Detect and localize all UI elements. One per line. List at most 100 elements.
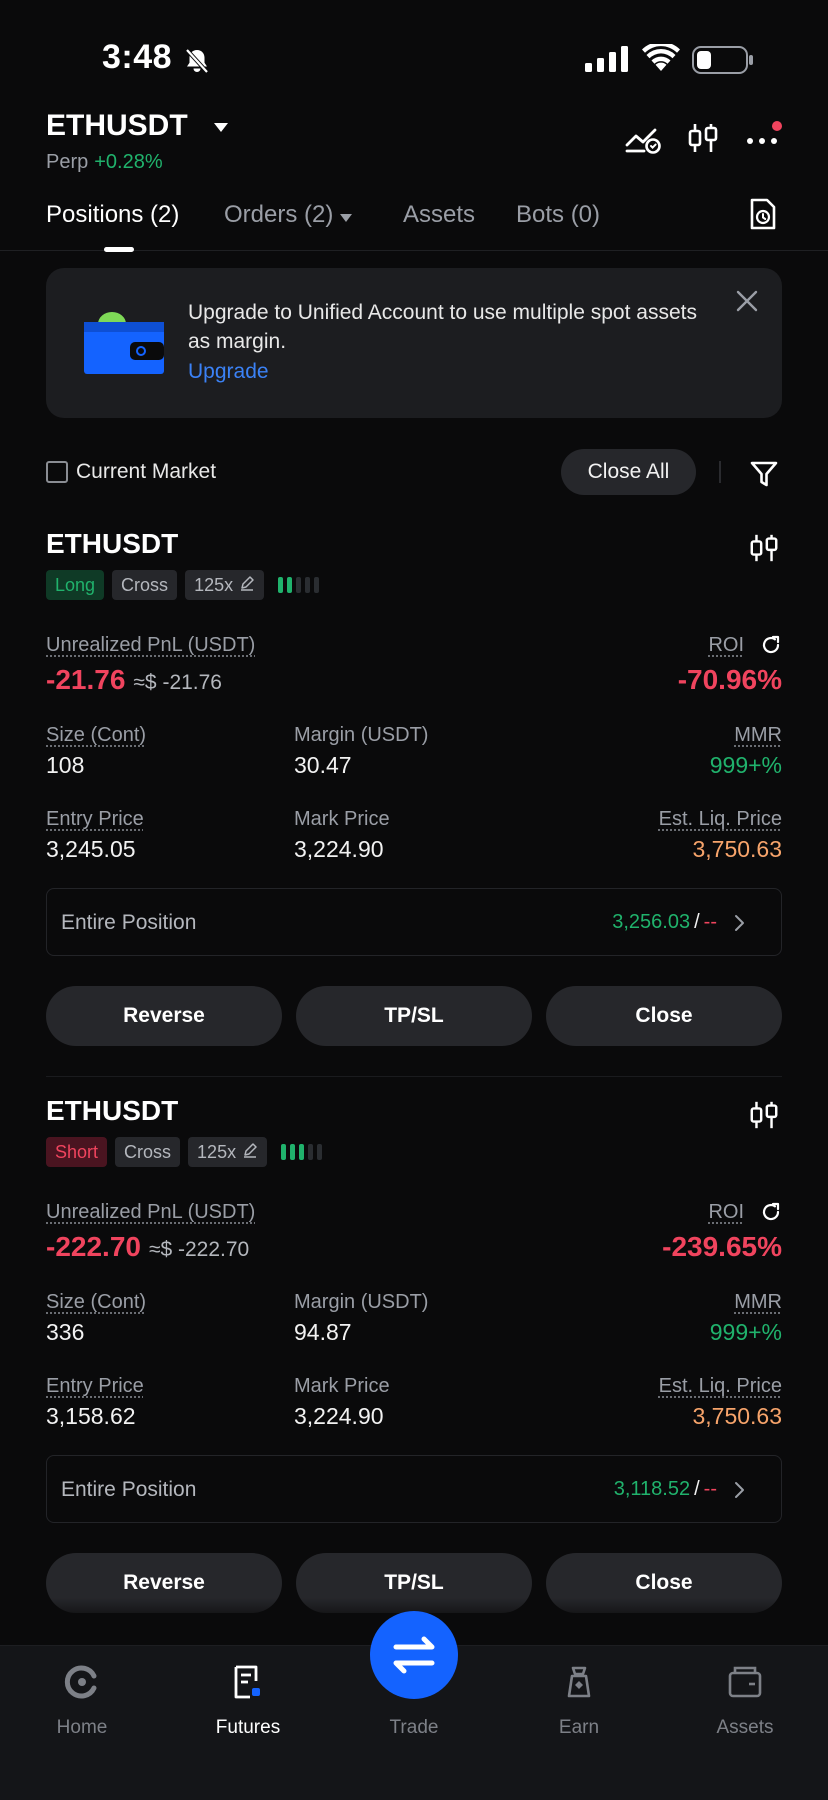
risk-bar <box>296 577 302 593</box>
entry-price-value: 3,245.05 <box>46 836 136 862</box>
nav-trade-label: Trade <box>389 1717 439 1738</box>
risk-bar <box>290 1144 296 1160</box>
wallet-icon <box>727 1666 763 1704</box>
leverage-badge[interactable]: 125x <box>188 1137 268 1167</box>
nav-assets[interactable]: Assets <box>685 1664 805 1739</box>
roi-label[interactable]: ROI <box>708 634 744 657</box>
margin-value: 94.87 <box>294 1319 352 1345</box>
candlestick-chart-icon[interactable] <box>686 121 720 160</box>
liq-price-label[interactable]: Est. Liq. Price <box>659 808 782 831</box>
mark-price-value: 3,224.90 <box>294 1403 384 1429</box>
share-refresh-icon[interactable] <box>760 634 782 662</box>
chevron-right-icon <box>733 913 747 938</box>
mark-price-value: 3,224.90 <box>294 836 384 862</box>
leverage-value: 125x <box>197 1142 237 1162</box>
risk-bar <box>287 577 293 593</box>
current-market-checkbox[interactable] <box>46 461 68 483</box>
risk-bar <box>314 577 320 593</box>
price-change: +0.28% <box>94 151 163 173</box>
tpsl-values: 3,118.52/-- <box>613 1478 717 1500</box>
pair-selector[interactable]: ETHUSDT <box>46 109 188 143</box>
nav-futures[interactable]: Futures <box>188 1664 308 1739</box>
share-refresh-icon[interactable] <box>760 1201 782 1229</box>
wifi-icon <box>642 41 680 77</box>
tab-assets[interactable]: Assets <box>403 201 475 229</box>
risk-bar <box>305 577 311 593</box>
edit-pencil-icon <box>239 575 255 595</box>
unified-account-banner: Upgrade to Unified Account to use multip… <box>46 268 782 418</box>
leverage-badge[interactable]: 125x <box>185 570 265 600</box>
nav-earn-label: Earn <box>558 1717 600 1738</box>
bell-muted-icon <box>182 46 212 81</box>
risk-bar <box>317 1144 323 1160</box>
close-position-button[interactable]: Close <box>546 986 782 1046</box>
risk-bar <box>299 1144 305 1160</box>
entry-price-label[interactable]: Entry Price <box>46 808 144 831</box>
mmr-value: 999+% <box>709 752 782 778</box>
filter-icon[interactable] <box>749 459 779 494</box>
roi-label[interactable]: ROI <box>708 1201 744 1224</box>
position-symbol: ETHUSDT <box>46 528 179 559</box>
mmr-label[interactable]: MMR <box>734 724 782 747</box>
nav-assets-label: Assets <box>716 1717 774 1738</box>
side-badge: Short <box>46 1137 108 1167</box>
mmr-value: 999+% <box>709 1319 782 1345</box>
entire-position-tpsl-row[interactable]: Entire Position 3,256.03/-- <box>46 888 782 956</box>
trade-button[interactable] <box>370 1611 458 1699</box>
chevron-right-icon <box>733 1480 747 1505</box>
status-bar: 3:48 <box>0 0 828 110</box>
more-options-icon[interactable] <box>744 121 784 160</box>
position-symbol: ETHUSDT <box>46 1095 179 1126</box>
unrealized-pnl-label[interactable]: Unrealized PnL (USDT) <box>46 1201 255 1224</box>
entry-price-label[interactable]: Entry Price <box>46 1375 144 1398</box>
pnl-amount: -222.70 <box>46 1231 141 1262</box>
caret-down-icon[interactable] <box>213 121 229 139</box>
size-value: 108 <box>46 752 85 778</box>
size-label[interactable]: Size (Cont) <box>46 724 146 747</box>
liq-price-label[interactable]: Est. Liq. Price <box>659 1375 782 1398</box>
price-alert-icon[interactable] <box>624 121 662 160</box>
mark-price-label: Mark Price <box>294 1375 390 1397</box>
tab-orders-label: Orders (2) <box>224 201 334 228</box>
upgrade-link[interactable]: Upgrade <box>188 360 269 384</box>
pair-subtitle: Perp +0.28% <box>46 151 163 174</box>
tp-value: 3,118.52 <box>613 1478 691 1500</box>
risk-level-bars <box>281 1137 323 1167</box>
tab-orders[interactable]: Orders (2) <box>224 201 353 230</box>
pnl-usd-approx: ≈$ -21.76 <box>133 671 222 694</box>
close-icon[interactable] <box>734 288 760 319</box>
tpsl-values: 3,256.03/-- <box>612 911 717 933</box>
leverage-value: 125x <box>194 575 234 595</box>
mmr-label[interactable]: MMR <box>734 1291 782 1314</box>
candlestick-chart-icon[interactable] <box>748 532 780 569</box>
current-market-label: Current Market <box>76 460 217 483</box>
contract-type: Perp <box>46 151 89 173</box>
liq-price-value: 3,750.63 <box>692 1403 782 1429</box>
tpsl-button[interactable]: TP/SL <box>296 986 532 1046</box>
size-label[interactable]: Size (Cont) <box>46 1291 146 1314</box>
divider <box>46 1076 782 1077</box>
margin-mode-badge: Cross <box>115 1137 181 1167</box>
risk-bar <box>278 577 284 593</box>
unrealized-pnl-label[interactable]: Unrealized PnL (USDT) <box>46 634 255 657</box>
close-all-button[interactable]: Close All <box>561 449 696 495</box>
order-history-icon[interactable] <box>748 197 778 238</box>
roi-value: -70.96% <box>677 664 782 695</box>
nav-earn[interactable]: Earn <box>519 1664 639 1739</box>
candlestick-chart-icon[interactable] <box>748 1099 780 1136</box>
entire-position-tpsl-row[interactable]: Entire Position 3,118.52/-- <box>46 1455 782 1523</box>
nav-home[interactable]: Home <box>22 1664 142 1739</box>
pnl-amount: -21.76 <box>46 664 126 695</box>
sl-value: -- <box>703 911 717 933</box>
risk-bar <box>308 1144 314 1160</box>
battery-icon <box>692 46 754 79</box>
tab-bots[interactable]: Bots (0) <box>516 201 600 229</box>
unrealized-pnl-value: -222.70 ≈$ -222.70 <box>46 1231 249 1263</box>
reverse-button[interactable]: Reverse <box>46 986 282 1046</box>
edit-pencil-icon <box>242 1142 258 1162</box>
caret-down-icon <box>339 202 353 230</box>
tab-positions[interactable]: Positions (2) <box>46 201 179 229</box>
entire-position-label: Entire Position <box>61 1478 197 1501</box>
active-tab-indicator <box>104 247 134 252</box>
status-time: 3:48 <box>102 38 173 76</box>
